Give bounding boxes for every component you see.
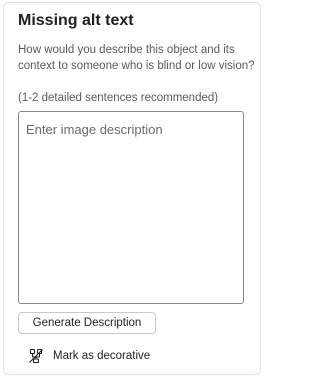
panel-title: Missing alt text — [18, 12, 134, 29]
decorative-icon — [28, 348, 44, 364]
panel-subtitle: How would you describe this object and i… — [18, 44, 255, 72]
alt-text-panel: Missing alt text How would you describe … — [0, 0, 263, 377]
mark-as-decorative-label: Mark as decorative — [53, 350, 151, 362]
recommendation-hint: (1-2 detailed sentences recommended) — [18, 92, 219, 104]
image-description-input[interactable] — [18, 111, 244, 304]
generate-description-button[interactable]: Generate Description — [18, 312, 156, 334]
mark-as-decorative-button[interactable]: Mark as decorative — [28, 347, 150, 365]
